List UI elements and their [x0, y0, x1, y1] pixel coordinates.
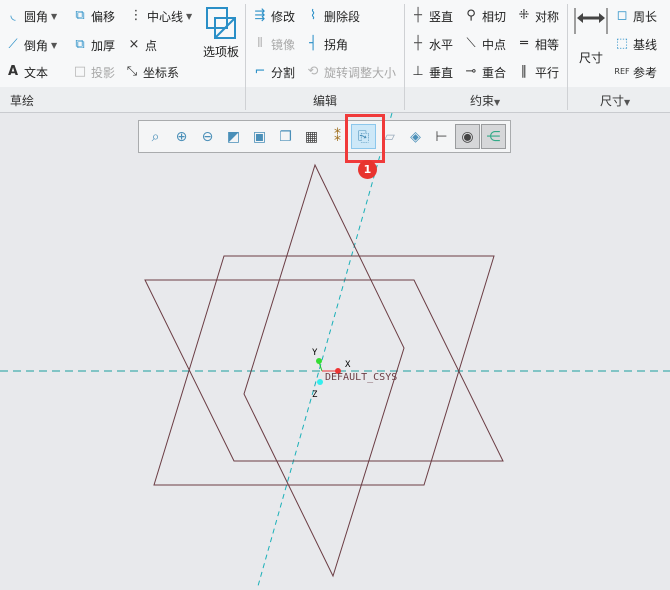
- perspective-icon[interactable]: ◈: [403, 124, 428, 149]
- display-style-icon[interactable]: ▣: [247, 124, 272, 149]
- angled-centerline: [257, 112, 393, 587]
- repaint-icon[interactable]: ◩: [221, 124, 246, 149]
- csys-x-label: X: [345, 360, 351, 370]
- zoom-in-icon[interactable]: ⊕: [169, 124, 194, 149]
- csys-y-label: Y: [312, 348, 318, 358]
- refit-icon[interactable]: ⌕: [143, 124, 168, 149]
- step-badge: 1: [358, 160, 377, 179]
- highlight-box: [345, 114, 385, 163]
- saved-views-icon[interactable]: ❐: [273, 124, 298, 149]
- csys-z-label: Z: [312, 390, 318, 400]
- view-manager-icon[interactable]: ▦: [299, 124, 324, 149]
- zoom-out-icon[interactable]: ⊖: [195, 124, 220, 149]
- csys-z-point: [317, 379, 323, 385]
- graphics-toolbar: ⌕ ⊕ ⊖ ◩ ▣ ❐ ▦ ⁑ ⎘ ▱ ◈ ⊢ ◉ ⋲: [138, 120, 511, 153]
- constraint-display-icon[interactable]: ⋲: [481, 124, 506, 149]
- csys-y-point: [316, 358, 322, 364]
- sketch-geometry: Y X Z DEFAULT_CSYS: [0, 112, 670, 587]
- sketcher-display-icon[interactable]: ◉: [455, 124, 480, 149]
- dimension-display-icon[interactable]: ⊢: [429, 124, 454, 149]
- csys-label: DEFAULT_CSYS: [325, 372, 397, 383]
